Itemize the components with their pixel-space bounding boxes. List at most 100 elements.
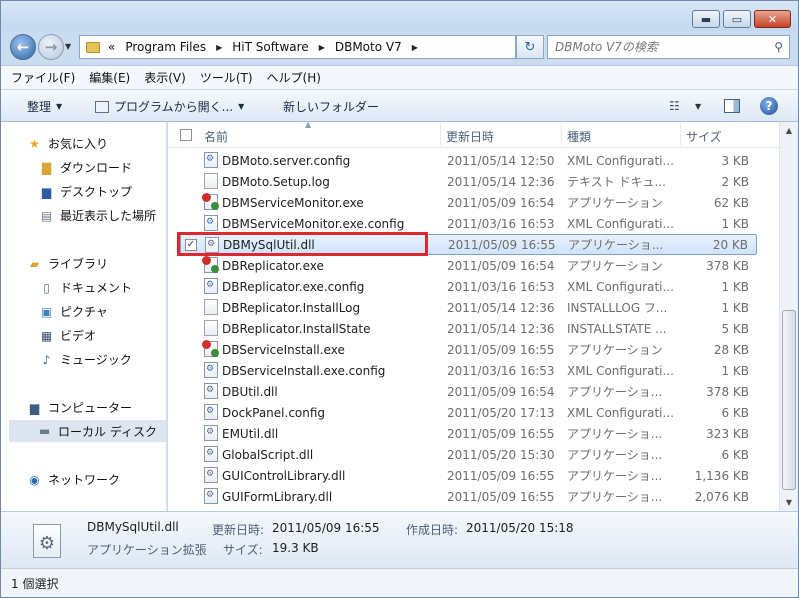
search-input[interactable] (555, 40, 755, 54)
chevron-right-icon[interactable]: ▶ (216, 43, 222, 52)
row-checkbox[interactable] (184, 260, 196, 272)
table-row[interactable]: GUIFormLibrary.dll 2011/05/09 16:55 アプリケーシ… (180, 486, 757, 507)
row-checkbox[interactable] (184, 470, 196, 482)
nav-label: ローカル ディスク (58, 424, 157, 439)
table-row[interactable]: GlobalScript.dll 2011/05/20 15:30 アプリケーショ.… (180, 444, 757, 465)
view-options-icon[interactable]: ☷ (669, 99, 680, 113)
videos-icon: ▦ (40, 328, 53, 343)
file-size: 5 KB (721, 321, 749, 336)
column-header-date[interactable]: 更新日時 (446, 128, 494, 145)
row-checkbox[interactable] (184, 344, 196, 356)
file-type: アプリケーショ... (567, 448, 663, 462)
organize-button[interactable]: 整理 ▼ (27, 98, 62, 115)
nav-libraries[interactable]: ▰ ライブラリ (27, 255, 108, 272)
table-row[interactable]: DBReplicator.InstallLog 2011/05/14 12:36 I… (180, 297, 757, 318)
row-checkbox[interactable] (184, 155, 196, 167)
menu-file[interactable]: ファイル(F) (11, 69, 75, 86)
refresh-button[interactable]: ↻ (516, 35, 544, 59)
nav-favorites[interactable]: ★ お気に入り (27, 135, 108, 152)
row-checkbox[interactable] (184, 449, 196, 461)
forward-button[interactable]: → (38, 34, 64, 60)
row-checkbox[interactable] (184, 218, 196, 230)
row-checkbox[interactable] (184, 491, 196, 503)
column-divider[interactable] (561, 124, 562, 146)
menu-help[interactable]: ヘルプ(H) (267, 69, 321, 86)
breadcrumb-hit-software[interactable]: HiT Software (232, 40, 308, 54)
nav-pictures[interactable]: ▣ ピクチャ (39, 303, 108, 320)
file-icon-wrap (204, 446, 223, 462)
table-row[interactable]: DBReplicator.exe.config 2011/03/16 16:53 X… (180, 276, 757, 297)
file-type: アプリケーション (567, 259, 663, 273)
search-box[interactable]: ⚲ (547, 35, 790, 59)
column-divider[interactable] (680, 124, 681, 146)
back-button[interactable]: ← (10, 34, 36, 60)
nav-videos[interactable]: ▦ ビデオ (39, 327, 96, 344)
table-row[interactable]: DBMServiceMonitor.exe.config 2011/03/16 1… (180, 213, 757, 234)
scrollbar-thumb[interactable] (782, 310, 796, 490)
menu-edit[interactable]: 編集(E) (89, 69, 130, 86)
scroll-down-icon[interactable]: ▼ (780, 494, 798, 511)
nav-desktop[interactable]: ▆ デスクトップ (39, 183, 132, 200)
column-header-size[interactable]: サイズ (686, 128, 722, 145)
nav-downloads[interactable]: ▇ ダウンロード (39, 159, 132, 176)
nav-computer[interactable]: ▆ コンピューター (27, 399, 132, 416)
search-icon[interactable]: ⚲ (774, 40, 783, 54)
row-checkbox[interactable] (184, 428, 196, 440)
nav-local-disk[interactable]: ▬ ローカル ディスク (9, 420, 166, 442)
table-row[interactable]: GUIControlLibrary.dll 2011/05/09 16:55 アプリ… (180, 465, 757, 486)
close-button[interactable]: ✕ (754, 10, 791, 28)
breadcrumb-dbmoto-v7[interactable]: DBMoto V7 (335, 40, 402, 54)
menu-view[interactable]: 表示(V) (144, 69, 186, 86)
chevron-right-icon[interactable]: ▶ (319, 43, 325, 52)
row-checkbox[interactable] (184, 302, 196, 314)
table-row[interactable]: DBReplicator.exe 2011/05/09 16:54 アプリケーション… (180, 255, 757, 276)
nav-documents[interactable]: ▯ ドキュメント (39, 279, 132, 296)
breadcrumb-overflow[interactable]: « (108, 40, 115, 54)
nav-network[interactable]: ◉ ネットワーク (27, 471, 120, 488)
scroll-up-icon[interactable]: ▲ (780, 122, 798, 139)
preview-pane-icon[interactable] (724, 99, 740, 113)
row-checkbox[interactable] (184, 197, 196, 209)
table-row[interactable]: EMUtil.dll 2011/05/09 16:55 アプリケーショ... 323 … (180, 423, 757, 444)
file-size: 20 KB (712, 237, 748, 252)
file-icon-wrap (204, 215, 223, 231)
folder-icon (86, 41, 100, 53)
table-row[interactable]: DBServiceInstall.exe.config 2011/03/16 16… (180, 360, 757, 381)
menu-tools[interactable]: ツール(T) (200, 69, 253, 86)
chevron-down-icon[interactable]: ▼ (695, 102, 701, 111)
row-checkbox[interactable] (184, 323, 196, 335)
select-all-checkbox[interactable] (180, 129, 192, 141)
column-header-type[interactable]: 種類 (567, 128, 591, 145)
table-row[interactable]: DBReplicator.InstallState 2011/05/14 12:3… (180, 318, 757, 339)
chevron-right-icon[interactable]: ▶ (412, 43, 418, 52)
table-row[interactable]: DBMoto.server.config 2011/05/14 12:50 XML … (180, 150, 757, 171)
minimize-button[interactable]: ▬ (692, 10, 720, 28)
recent-pages-button[interactable]: ▼ (65, 42, 71, 51)
nav-music[interactable]: ♪ ミュージック (39, 351, 132, 368)
row-checkbox[interactable] (184, 281, 196, 293)
column-divider[interactable] (440, 124, 441, 146)
address-bar[interactable]: « Program Files ▶ HiT Software ▶ DBMoto … (79, 35, 589, 59)
nav-label: お気に入り (48, 137, 109, 151)
dll-file-icon (204, 425, 218, 441)
table-row[interactable]: DockPanel.config 2011/05/20 17:13 XML Conf… (180, 402, 757, 423)
vertical-scrollbar[interactable]: ▲ ▼ (779, 122, 798, 511)
table-row[interactable]: DBMoto.Setup.log 2011/05/14 12:36 テキスト ドキュ… (180, 171, 757, 192)
row-checkbox[interactable] (184, 365, 196, 377)
nav-recent-places[interactable]: ▤ 最近表示した場所 (39, 207, 156, 224)
help-icon[interactable]: ? (760, 97, 778, 115)
breadcrumb-program-files[interactable]: Program Files (125, 40, 206, 54)
file-size: 6 KB (721, 405, 749, 420)
maximize-button[interactable]: ▭ (723, 10, 751, 28)
new-folder-button[interactable]: 新しいフォルダー (283, 98, 379, 115)
column-header-name[interactable]: 名前 (204, 128, 228, 145)
table-row[interactable]: DBUtil.dll 2011/05/09 16:54 アプリケーショ... 378 … (180, 381, 757, 402)
open-with-button[interactable]: プログラムから開く... ▼ (95, 98, 244, 115)
row-checkbox[interactable] (184, 176, 196, 188)
row-checkbox[interactable] (184, 407, 196, 419)
file-icon-wrap (204, 278, 223, 294)
table-row[interactable]: DBMServiceMonitor.exe 2011/05/09 16:54 アプリ… (180, 192, 757, 213)
row-checkbox[interactable] (184, 386, 196, 398)
table-row[interactable]: DBServiceInstall.exe 2011/05/09 16:55 アプリケ… (180, 339, 757, 360)
arrow-left-icon: ← (16, 38, 30, 56)
